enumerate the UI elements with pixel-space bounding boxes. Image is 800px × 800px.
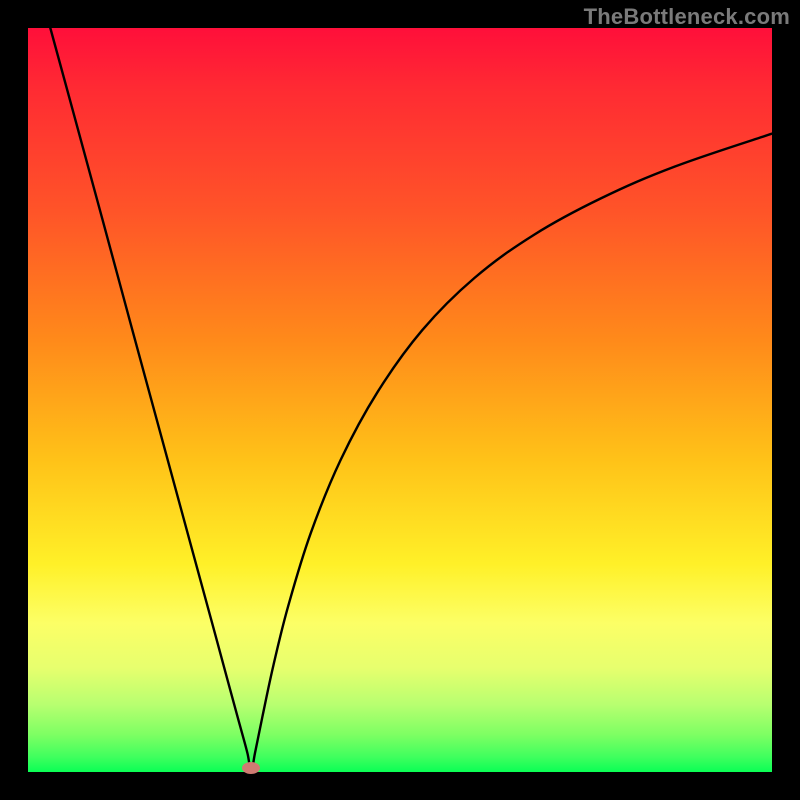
trough-marker <box>242 762 260 774</box>
chart-frame: TheBottleneck.com <box>0 0 800 800</box>
bottleneck-curve <box>28 28 772 772</box>
plot-area <box>28 28 772 772</box>
watermark-text: TheBottleneck.com <box>584 4 790 30</box>
